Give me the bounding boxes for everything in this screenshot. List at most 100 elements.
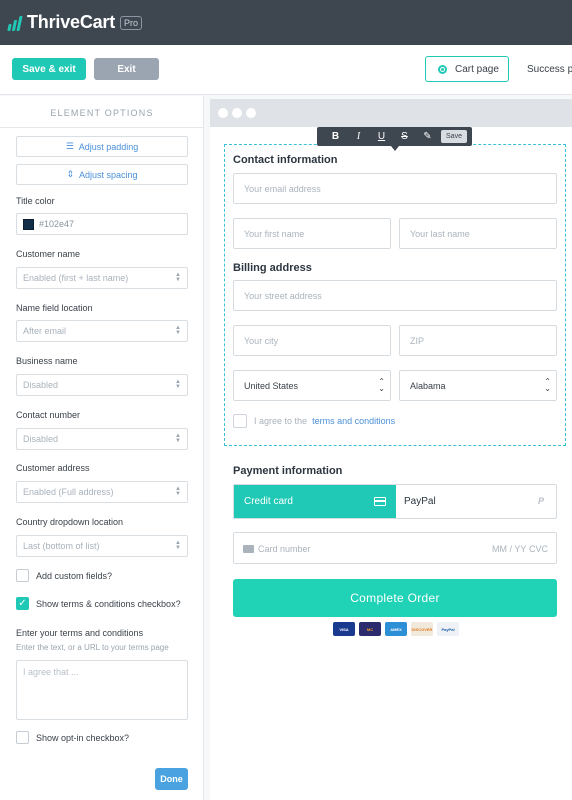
complete-order-button[interactable]: Complete Order xyxy=(233,579,557,617)
italic-button[interactable]: I xyxy=(347,131,370,142)
terms-textarea[interactable]: I agree that ... xyxy=(16,660,188,720)
agree-terms-checkbox[interactable] xyxy=(233,414,247,428)
app-name: ThriveCart xyxy=(27,12,116,32)
select-arrows-icon: ▲ ▼ xyxy=(175,486,181,497)
thrivecart-logo-icon xyxy=(7,15,23,31)
title-color-picker[interactable]: #102e47 xyxy=(16,213,188,235)
country-value: United States xyxy=(244,380,299,391)
paypal-icon: P xyxy=(537,496,544,506)
card-icon xyxy=(243,545,254,553)
success-page-tab[interactable]: Success pa xyxy=(527,64,572,75)
credit-card-label: Credit card xyxy=(244,496,293,507)
agree-terms-text: I agree to the terms and conditions xyxy=(254,416,395,426)
adjust-padding-button[interactable]: ☰ Adjust padding xyxy=(16,136,188,157)
country-location-select[interactable]: Last (bottom of list) ▲ ▼ xyxy=(16,535,188,557)
divider xyxy=(0,127,204,128)
amex-icon: AMEX xyxy=(385,622,407,636)
strikethrough-button[interactable]: S xyxy=(393,131,416,142)
customer-address-select[interactable]: Enabled (Full address) ▲ ▼ xyxy=(16,481,188,503)
country-location-label: Country dropdown location xyxy=(16,517,124,527)
padding-icon: ☰ xyxy=(65,141,74,151)
card-number-field[interactable]: Card number MM / YY CVC xyxy=(233,532,557,564)
select-arrows-icon: ⌃ ⌄ xyxy=(378,377,385,393)
email-placeholder: Your email address xyxy=(244,183,321,194)
billing-heading[interactable]: Billing address xyxy=(233,262,312,274)
customer-address-value: Enabled (Full address) xyxy=(23,487,114,497)
select-arrows-icon: ▲ ▼ xyxy=(175,540,181,551)
name-location-value: After email xyxy=(23,326,67,336)
email-field[interactable]: Your email address xyxy=(233,173,557,204)
contact-heading[interactable]: Contact information xyxy=(233,154,338,166)
country-select[interactable]: United States ⌃ ⌄ xyxy=(233,370,391,401)
customer-address-label: Customer address xyxy=(16,463,90,473)
done-button[interactable]: Done xyxy=(155,768,188,790)
format-toolbar: B I U S ✎ Save xyxy=(317,127,472,146)
zip-placeholder: ZIP xyxy=(410,335,425,346)
paypal-logo-icon: PayPal xyxy=(437,622,459,636)
adjust-padding-label: Adjust padding xyxy=(78,141,139,152)
action-bar: Save & exit Exit Cart page Success pa xyxy=(0,45,572,95)
last-name-field[interactable]: Your last name xyxy=(399,218,557,249)
last-name-placeholder: Your last name xyxy=(410,228,470,239)
select-arrows-icon: ⌃ ⌄ xyxy=(544,377,551,393)
contact-number-select[interactable]: Disabled ▲ ▼ xyxy=(16,428,188,450)
discover-icon: DISCOVER xyxy=(411,622,433,636)
bold-button[interactable]: B xyxy=(324,131,347,142)
tab-paypal[interactable]: PayPal xyxy=(404,496,436,507)
card-expiry-placeholder: MM / YY xyxy=(492,544,527,554)
business-name-select[interactable]: Disabled ▲ ▼ xyxy=(16,374,188,396)
window-dot-icon xyxy=(246,108,256,118)
visa-icon: VISA xyxy=(333,622,355,636)
name-location-label: Name field location xyxy=(16,303,93,313)
checkmark-icon: ✓ xyxy=(18,598,27,609)
terms-label: Enter your terms and conditions xyxy=(16,628,144,638)
street-placeholder: Your street address xyxy=(244,290,322,301)
underline-button[interactable]: U xyxy=(370,131,393,142)
select-arrows-icon: ▲ ▼ xyxy=(175,433,181,444)
title-color-value: #102e47 xyxy=(39,219,75,229)
element-options-panel: ELEMENT OPTIONS ☰ Adjust padding ⇕ Adjus… xyxy=(0,96,204,800)
contact-number-label: Contact number xyxy=(16,410,81,420)
city-placeholder: Your city xyxy=(244,335,279,346)
cart-page-tab[interactable]: Cart page xyxy=(425,56,509,82)
select-arrows-icon: ▲ ▼ xyxy=(175,272,181,283)
show-terms-checkbox[interactable]: ✓ xyxy=(16,597,29,610)
contact-number-value: Disabled xyxy=(23,434,59,444)
add-custom-fields-checkbox[interactable] xyxy=(16,569,29,582)
toolbar-save-button[interactable]: Save xyxy=(441,130,467,143)
color-swatch xyxy=(23,218,34,230)
city-field[interactable]: Your city xyxy=(233,325,391,356)
first-name-field[interactable]: Your first name xyxy=(233,218,391,249)
tab-credit-card[interactable]: Credit card xyxy=(234,485,396,518)
adjust-spacing-button[interactable]: ⇕ Adjust spacing xyxy=(16,164,188,185)
browser-bar xyxy=(210,99,572,127)
terms-placeholder: I agree that ... xyxy=(23,667,79,677)
save-exit-button[interactable]: Save & exit xyxy=(12,58,86,80)
show-optin-checkbox[interactable] xyxy=(16,731,29,744)
payment-heading: Payment information xyxy=(233,465,343,477)
customer-name-value: Enabled (first + last name) xyxy=(23,273,129,283)
spacing-icon: ⇕ xyxy=(66,169,74,179)
exit-button[interactable]: Exit xyxy=(94,58,159,80)
panel-title: ELEMENT OPTIONS xyxy=(50,108,154,118)
first-name-placeholder: Your first name xyxy=(244,228,305,239)
state-value: Alabama xyxy=(410,380,446,391)
agree-prefix: I agree to the xyxy=(254,416,308,426)
radio-selected-icon xyxy=(438,64,447,74)
mastercard-icon: MC xyxy=(359,622,381,636)
payment-method-tabs: Credit card PayPal P xyxy=(233,484,557,519)
business-name-label: Business name xyxy=(16,356,78,366)
street-field[interactable]: Your street address xyxy=(233,280,557,311)
name-location-select[interactable]: After email ▲ ▼ xyxy=(16,320,188,342)
state-select[interactable]: Alabama ⌃ ⌄ xyxy=(399,370,557,401)
customer-name-select[interactable]: Enabled (first + last name) ▲ ▼ xyxy=(16,267,188,289)
terms-link[interactable]: terms and conditions xyxy=(312,416,395,426)
highlighter-icon[interactable]: ✎ xyxy=(416,131,439,142)
select-arrows-icon: ▲ ▼ xyxy=(175,325,181,336)
show-terms-label: Show terms & conditions checkbox? xyxy=(36,599,181,609)
card-number-placeholder: Card number xyxy=(258,544,311,554)
zip-field[interactable]: ZIP xyxy=(399,325,557,356)
pro-badge: Pro xyxy=(120,15,143,30)
title-color-label: Title color xyxy=(16,196,55,206)
terms-help-text: Enter the text, or a URL to your terms p… xyxy=(16,643,169,652)
